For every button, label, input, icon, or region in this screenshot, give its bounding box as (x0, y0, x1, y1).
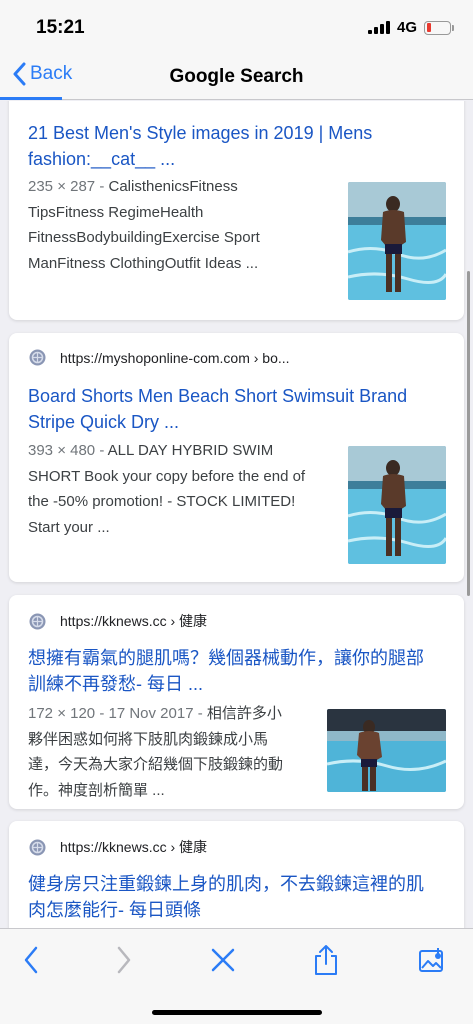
status-time: 15:21 (36, 17, 85, 38)
home-indicator[interactable] (152, 1010, 322, 1015)
result-source[interactable]: https://kknews.cc › 健康 (29, 611, 207, 631)
result-card[interactable]: 21 Best Men's Style images in 2019 | Men… (9, 101, 464, 320)
result-source[interactable]: https://kknews.cc › 健康 (29, 837, 207, 857)
save-image-button[interactable] (412, 943, 452, 977)
result-source[interactable]: https://myshoponline-com.com › bo... (29, 349, 290, 366)
snippet-line: the -50% promotion! - STOCK LIMITED! (28, 493, 296, 510)
result-title[interactable]: 健身房只注重鍛鍊上身的肌肉，不去鍛鍊這裡的肌肉怎麼能行- 每日頭條 (28, 871, 434, 923)
snippet-line: FitnessBodybuildingExercise Sport (28, 229, 260, 246)
source-url: https://kknews.cc › 健康 (60, 839, 208, 855)
result-card[interactable]: https://kknews.cc › 健康 想擁有霸氣的腿肌嗎？幾個器械動作，… (9, 595, 464, 809)
result-snippet: 172 × 120 - 17 Nov 2017 - 相信許多小 夥伴困惑如何將下… (28, 701, 328, 803)
signal-icon (367, 21, 390, 34)
snippet-line: ManFitness ClothingOutfit Ideas ... (28, 254, 259, 272)
battery-icon (424, 20, 454, 35)
back-nav-button[interactable] (11, 943, 51, 977)
snippet-line: ALL DAY HYBRID SWIM (107, 442, 274, 459)
result-title[interactable]: 想擁有霸氣的腿肌嗎？幾個器械動作，讓你的腿部訓練不再發愁- 每日 ... (28, 645, 434, 697)
results-list[interactable]: 21 Best Men's Style images in 2019 | Men… (0, 101, 473, 928)
result-snippet: 393 × 480 - ALL DAY HYBRID SWIM SHORT Bo… (28, 438, 343, 540)
source-url: https://kknews.cc › 健康 (60, 613, 208, 629)
status-indicators: 4G (367, 19, 454, 36)
close-icon (211, 948, 235, 972)
snippet-line: CalisthenicsFitness (108, 178, 238, 195)
globe-icon (29, 839, 46, 855)
source-url: https://myshoponline-com.com › bo... (60, 349, 290, 366)
pool-man-photo[interactable] (327, 709, 446, 792)
snippet-line: 夥伴困惑如何將下肢肌肉鍛鍊成小馬 (28, 730, 269, 748)
bottom-toolbar (0, 928, 473, 1024)
result-title[interactable]: 21 Best Men's Style images in 2019 | Men… (28, 120, 434, 172)
pool-man-photo[interactable] (348, 446, 446, 564)
snippet-line: 相信許多小 (206, 705, 282, 722)
snippet-line: 作。神度剖析簡單 ... (28, 781, 165, 799)
result-meta: 393 × 480 - (28, 442, 108, 459)
share-button[interactable] (306, 943, 346, 977)
close-button[interactable] (203, 943, 243, 977)
save-image-icon (419, 948, 443, 972)
loading-progress (0, 97, 62, 100)
status-bar: 15:21 4G (0, 0, 473, 54)
share-icon (315, 945, 337, 975)
forward-icon (117, 946, 131, 974)
pool-man-photo[interactable] (348, 182, 446, 300)
battery-fill (426, 23, 431, 32)
snippet-line: 達，今天為大家介紹幾個下肢鍛鍊的動 (28, 756, 284, 773)
result-card[interactable]: https://myshoponline-com.com › bo... Boa… (9, 333, 464, 582)
result-snippet: 235 × 287 - CalisthenicsFitness TipsFitn… (28, 174, 328, 276)
snippet-line: Start your ... (28, 518, 110, 536)
network-type: 4G (396, 19, 417, 36)
forward-nav-button[interactable] (104, 943, 144, 977)
result-meta: 235 × 287 - (28, 178, 109, 195)
scrollbar[interactable] (467, 271, 470, 596)
globe-icon (29, 349, 46, 366)
nav-bar: Back Google Search (0, 54, 473, 100)
snippet-line: TipsFitness RegimeHealth (28, 203, 204, 221)
page-title: Google Search (169, 66, 304, 87)
result-title[interactable]: Board Shorts Men Beach Short Swimsuit Br… (28, 383, 434, 435)
snippet-line: SHORT Book your copy before the end of (28, 467, 306, 485)
result-meta: 172 × 120 - 17 Nov 2017 - (28, 705, 207, 722)
back-icon (24, 946, 38, 974)
globe-icon (29, 613, 46, 629)
result-card[interactable]: https://kknews.cc › 健康 健身房只注重鍛鍊上身的肌肉，不去鍛… (9, 821, 464, 928)
